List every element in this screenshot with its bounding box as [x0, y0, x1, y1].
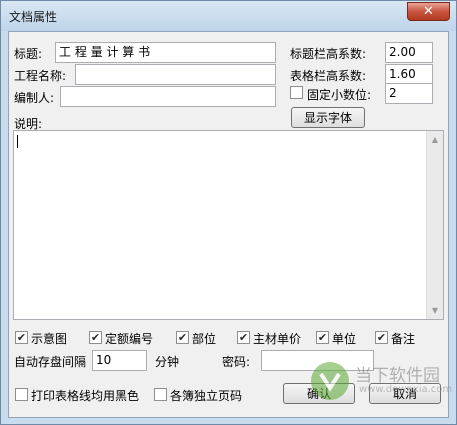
checkmark-icon: ✔: [376, 331, 387, 344]
fixed-decimal-checkbox[interactable]: [290, 86, 303, 99]
notes-textarea[interactable]: ▲ ▼: [13, 130, 444, 320]
independent-page-checkbox[interactable]: [154, 388, 167, 401]
title-bar[interactable]: 文档属性 ✕: [1, 1, 456, 31]
option-schematic-checkbox[interactable]: ✔: [15, 331, 28, 344]
autosave-input[interactable]: 10: [92, 350, 147, 371]
option-quota-code-label: 定额编号: [105, 332, 154, 346]
option-quota-code-checkbox[interactable]: ✔: [89, 331, 102, 344]
text-caret: [17, 135, 18, 148]
option-unit-checkbox[interactable]: ✔: [316, 331, 329, 344]
checkmark-icon: ✔: [16, 331, 27, 344]
independent-page-label: 各簿独立页码: [170, 389, 243, 403]
scroll-down-arrow-icon[interactable]: ▼: [427, 302, 443, 319]
checkmark-icon: ✔: [238, 331, 249, 344]
option-location-checkbox[interactable]: ✔: [176, 331, 189, 344]
project-name-label: 工程名称:: [14, 69, 67, 83]
window-title: 文档属性: [9, 10, 58, 24]
fixed-decimal-label: 固定小数位:: [307, 88, 372, 102]
watermark-text: 当下软件园: [355, 366, 440, 386]
option-unit-label: 单位: [332, 332, 357, 346]
scroll-up-arrow-icon[interactable]: ▲: [427, 131, 443, 148]
checkmark-icon: ✔: [317, 331, 328, 344]
table-ratio-input[interactable]: 1.60: [385, 64, 433, 85]
print-black-checkbox[interactable]: [15, 388, 28, 401]
option-material-price-label: 主材单价: [253, 332, 302, 346]
autosave-unit: 分钟: [155, 355, 180, 369]
project-name-input[interactable]: [75, 64, 276, 85]
watermark-url: www.downxia.com: [359, 384, 453, 395]
option-location-label: 部位: [192, 332, 217, 346]
title-input[interactable]: 工 程 量 计 算 书: [55, 42, 276, 63]
close-button[interactable]: ✕: [407, 2, 450, 21]
checkmark-icon: ✔: [90, 331, 101, 344]
checkmark-icon: ✔: [177, 331, 188, 344]
option-remarks-label: 备注: [391, 332, 416, 346]
header-ratio-input[interactable]: 2.00: [385, 42, 433, 63]
author-input[interactable]: [60, 86, 276, 107]
close-icon: ✕: [423, 4, 434, 19]
watermark-logo-icon: [311, 362, 349, 400]
dialog-client-area: 标题: 工 程 量 计 算 书 工程名称: 编制人: 说明: 标题栏高系数: 2…: [8, 31, 453, 420]
option-remarks-checkbox[interactable]: ✔: [375, 331, 388, 344]
password-label: 密码:: [222, 355, 251, 369]
vertical-scrollbar[interactable]: ▲ ▼: [426, 131, 443, 319]
table-ratio-label: 表格栏高系数:: [290, 69, 367, 83]
watermark: 当下软件园 www.downxia.com: [309, 358, 453, 420]
show-font-button[interactable]: 显示字体: [291, 107, 365, 128]
dialog-window: 文档属性 ✕ 标题: 工 程 量 计 算 书 工程名称: 编制人: 说明: 标题…: [0, 0, 457, 425]
header-ratio-label: 标题栏高系数:: [290, 47, 367, 61]
print-black-label: 打印表格线均用黑色: [31, 389, 140, 403]
autosave-label: 自动存盘间隔: [14, 355, 87, 369]
option-material-price-checkbox[interactable]: ✔: [237, 331, 250, 344]
fixed-decimal-input[interactable]: 2: [385, 83, 433, 104]
option-schematic-label: 示意图: [31, 332, 68, 346]
author-label: 编制人:: [14, 91, 55, 105]
title-label: 标题:: [14, 47, 43, 61]
